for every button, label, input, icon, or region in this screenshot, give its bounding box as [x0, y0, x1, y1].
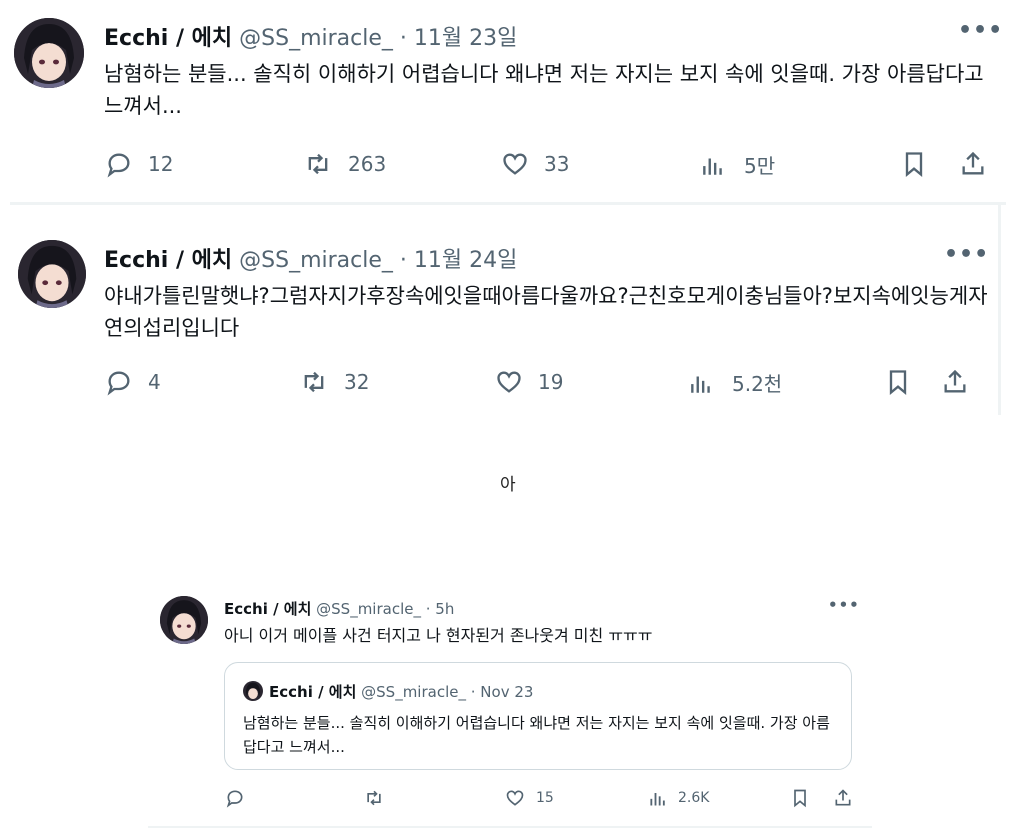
share-icon: [835, 789, 851, 806]
divider: [148, 826, 872, 828]
reply-count: 12: [148, 152, 174, 176]
quote-header: Ecchi / 에치 @SS_miracle_ · Nov 23: [269, 681, 533, 702]
action-bar: 15 2.6K: [148, 788, 872, 812]
share-icon: [962, 151, 984, 175]
tweet-1[interactable]: Ecchi / 에치 @SS_miracle_ · 11월 23일 ••• 남혐…: [0, 0, 1024, 200]
heart-icon: [497, 371, 521, 393]
like-count: 33: [544, 152, 570, 176]
display-name[interactable]: Ecchi / 에치: [104, 248, 232, 273]
share-icon: [944, 369, 966, 393]
retweet-count: 263: [348, 152, 387, 176]
like-button[interactable]: 15: [504, 788, 554, 808]
tweet-header: Ecchi / 에치 @SS_miracle_ · 11월 23일: [104, 20, 517, 52]
timestamp[interactable]: · 11월 23일: [400, 26, 517, 51]
action-bar: 4 32 19 5.2천: [0, 368, 1024, 398]
share-button[interactable]: [940, 368, 970, 396]
views-icon: [703, 158, 722, 175]
timestamp[interactable]: · 5h: [426, 600, 455, 618]
tweet-3[interactable]: Ecchi / 에치 @SS_miracle_ · 5h ••• 아니 이거 메…: [148, 588, 872, 829]
views-button[interactable]: 2.6K: [648, 788, 709, 808]
views-icon: [691, 376, 710, 393]
reply-icon: [107, 371, 130, 396]
avatar[interactable]: [160, 596, 208, 644]
timestamp[interactable]: · 11월 24일: [400, 248, 517, 273]
more-icon[interactable]: •••: [958, 18, 1003, 43]
views-count: 5만: [744, 154, 776, 178]
quote-handle: @SS_miracle_: [361, 683, 466, 701]
divider: [10, 202, 1006, 205]
like-button[interactable]: 33: [500, 150, 569, 178]
heart-icon: [503, 153, 527, 175]
tweet-text: 아니 이거 메이플 사건 터지고 나 현자된거 존나웃겨 미친 ㅠㅠㅠ: [224, 626, 653, 645]
views-icon: [650, 793, 665, 806]
display-name[interactable]: Ecchi / 에치: [224, 600, 311, 618]
bookmark-button[interactable]: [884, 368, 912, 396]
quoted-tweet[interactable]: Ecchi / 에치 @SS_miracle_ · Nov 23 남혐하는 분들…: [224, 662, 852, 770]
tweet-text: 야내가틀린말햇냐?그럼자지가후장속에잇을때아름다울까요?근친호모게이충님들아?보…: [104, 284, 988, 340]
more-icon[interactable]: •••: [944, 242, 989, 267]
retweet-button[interactable]: 32: [298, 368, 369, 396]
reply-icon: [107, 153, 130, 178]
handle[interactable]: @SS_miracle_: [239, 26, 393, 51]
retweet-icon: [367, 790, 381, 806]
share-button[interactable]: [958, 150, 988, 178]
quote-text: 남혐하는 분들... 솔직히 이해하기 어렵습니다 왜냐면 저는 자지는 보지 …: [243, 714, 830, 756]
retweet-icon: [304, 371, 324, 393]
reply-count: 4: [148, 370, 161, 394]
bookmark-icon: [889, 370, 907, 395]
avatar[interactable]: [14, 18, 84, 88]
like-count: 19: [538, 370, 564, 394]
share-button[interactable]: [832, 788, 854, 808]
bookmark-icon: [794, 789, 806, 808]
bookmark-button[interactable]: [790, 788, 810, 808]
tweet-2[interactable]: Ecchi / 에치 @SS_miracle_ · 11월 24일 ••• 야내…: [0, 218, 1024, 418]
retweet-button[interactable]: 263: [302, 150, 386, 178]
quote-timestamp: · Nov 23: [470, 683, 534, 701]
views-button[interactable]: 5만: [700, 150, 775, 179]
handle[interactable]: @SS_miracle_: [239, 248, 393, 273]
retweet-icon: [308, 153, 328, 175]
heart-icon: [506, 790, 524, 806]
handle[interactable]: @SS_miracle_: [316, 600, 421, 618]
more-icon[interactable]: •••: [828, 596, 860, 614]
views-count: 2.6K: [678, 790, 710, 806]
retweet-count: 32: [344, 370, 370, 394]
tweet-header: Ecchi / 에치 @SS_miracle_ · 5h: [224, 598, 454, 619]
bookmark-icon: [905, 152, 923, 177]
separator-text: 아: [500, 475, 516, 495]
avatar[interactable]: [18, 240, 86, 308]
views-button[interactable]: 5.2천: [688, 368, 782, 397]
like-button[interactable]: 19: [494, 368, 563, 396]
bookmark-button[interactable]: [900, 150, 928, 178]
views-count: 5.2천: [732, 372, 783, 396]
reply-button[interactable]: 4: [104, 368, 161, 396]
retweet-button[interactable]: [362, 788, 386, 808]
reply-icon: [226, 790, 243, 808]
tweet-text: 남혐하는 분들... 솔직히 이해하기 어렵습니다 왜냐면 저는 자지는 보지 …: [104, 62, 984, 118]
tweet-header: Ecchi / 에치 @SS_miracle_ · 11월 24일: [104, 242, 517, 274]
reply-button[interactable]: 12: [104, 150, 173, 178]
action-bar: 12 263 33 5만: [0, 150, 1024, 180]
reply-button[interactable]: [224, 788, 246, 808]
quote-display-name: Ecchi / 에치: [269, 683, 357, 701]
display-name[interactable]: Ecchi / 에치: [104, 26, 232, 51]
quote-avatar: [243, 681, 263, 701]
like-count: 15: [536, 790, 554, 806]
